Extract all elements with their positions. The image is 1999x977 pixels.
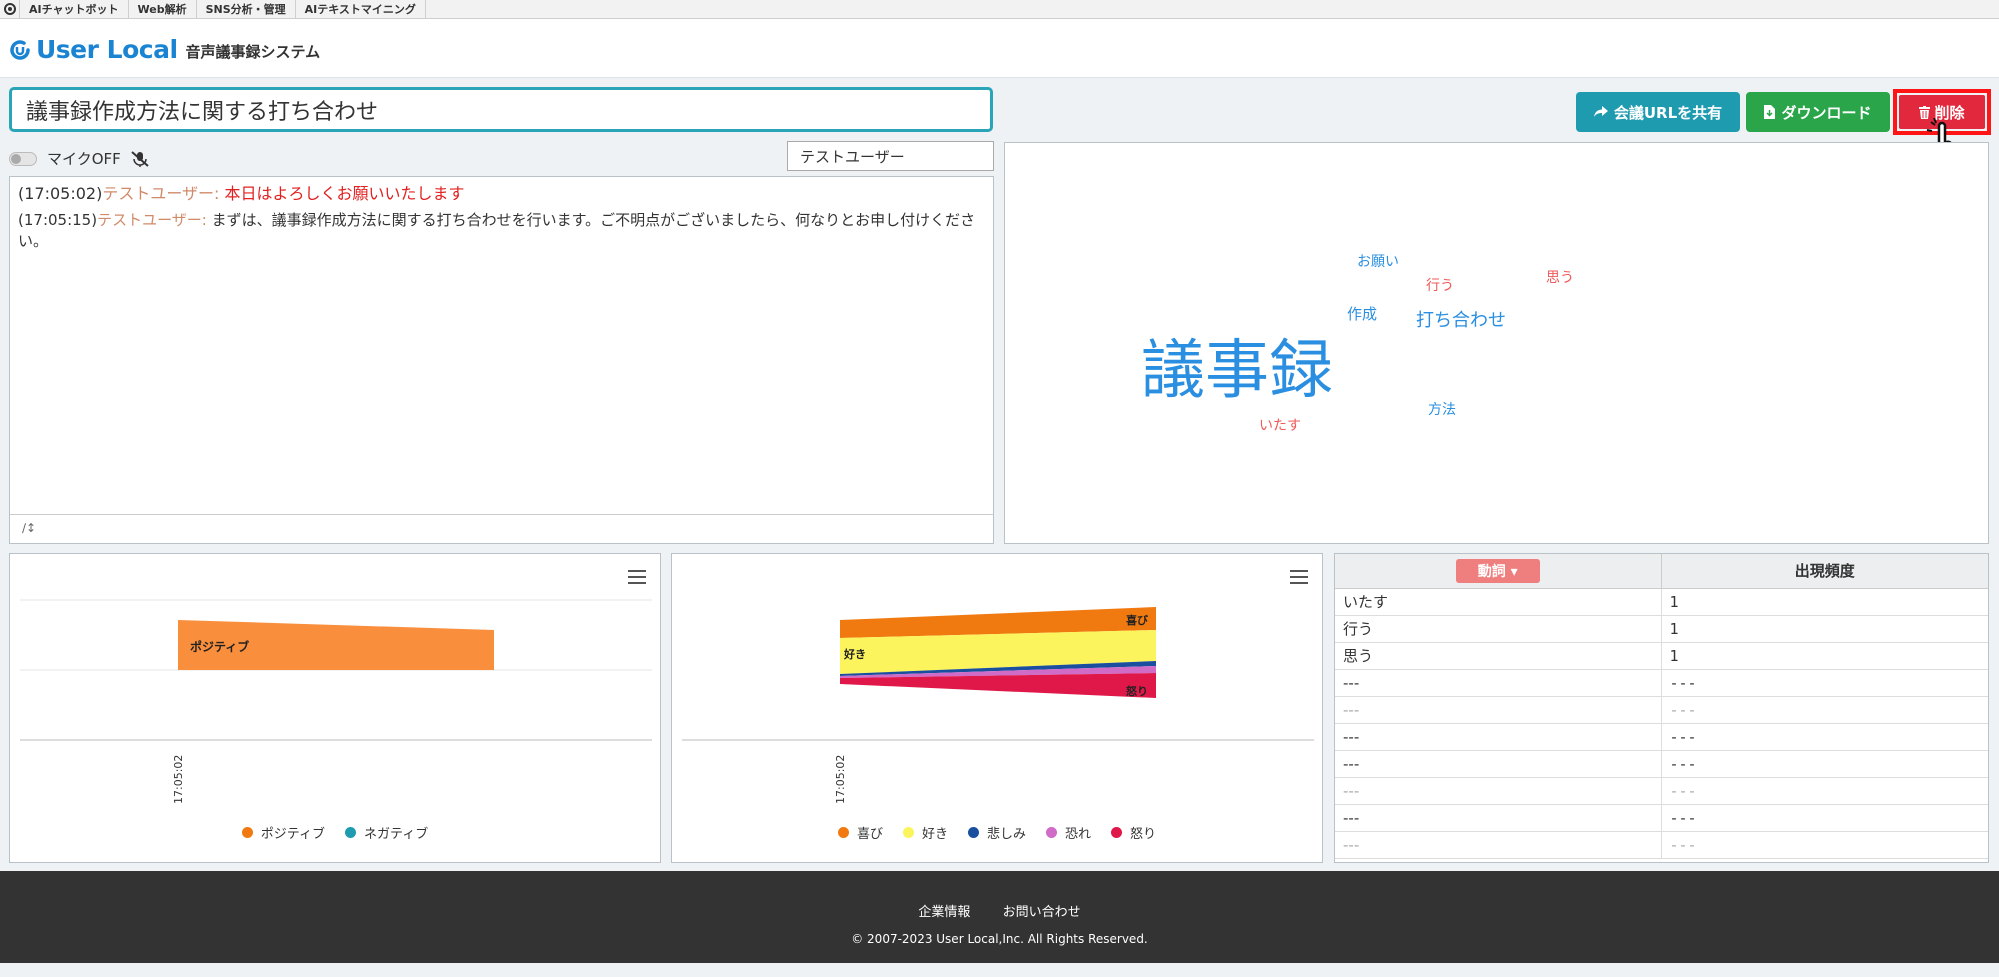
cloud-word: 作成 xyxy=(1347,305,1378,323)
legend-item-positive[interactable]: ポジティブ xyxy=(241,823,325,842)
word-cell: いたす xyxy=(1335,588,1662,616)
word-cell: --- xyxy=(1335,831,1662,859)
userlocal-logo-icon[interactable] xyxy=(0,0,20,19)
cloud-word: 議事録 xyxy=(1141,334,1333,408)
legend-item-like[interactable]: 好き xyxy=(902,823,948,842)
count-cell: 1 xyxy=(1661,615,1988,643)
table-row: 思う 1 xyxy=(1335,642,1988,670)
brand[interactable]: User Local 音声議事録システム xyxy=(8,35,320,64)
mic-control: マイクOFF xyxy=(9,148,149,169)
sentiment-chart: ポジティブ 17:05:02 xyxy=(20,599,652,804)
cloud-word: 思う xyxy=(1546,270,1574,286)
word-cell: 思う xyxy=(1335,642,1662,670)
table-row: --- --- xyxy=(1335,831,1988,859)
top-service-bar: AIチャットボット Web解析 SNS分析・管理 AIテキストマイニング xyxy=(0,0,1999,19)
part-of-speech-header: 動詞 ▾ xyxy=(1335,554,1662,589)
count-cell: --- xyxy=(1661,669,1988,697)
word-cell: --- xyxy=(1335,804,1662,832)
series-label-like: 好き xyxy=(843,647,866,661)
brand-subtitle: 音声議事録システム xyxy=(185,43,321,61)
footer-link-company[interactable]: 企業情報 xyxy=(918,905,970,920)
table-row: --- --- xyxy=(1335,750,1988,778)
mic-toggle[interactable] xyxy=(9,151,37,166)
x-tick-label: 17:05:02 xyxy=(172,755,185,804)
count-cell: --- xyxy=(1661,831,1988,859)
word-cell: --- xyxy=(1335,777,1662,805)
sentiment-chart-panel: ポジティブ 17:05:02 ポジティブ ネガティブ xyxy=(9,553,661,863)
transcript-line: (17:05:02)テストユーザー: 本日はよろしくお願いいたします xyxy=(18,184,465,203)
transcript-resize-handle[interactable]: ∕↕ xyxy=(10,514,993,543)
speaker-name-input[interactable]: テストユーザー xyxy=(787,141,994,171)
count-cell: 1 xyxy=(1661,588,1988,616)
legend-item-joy[interactable]: 喜び xyxy=(837,823,883,842)
copyright: © 2007-2023 User Local,Inc. All Rights R… xyxy=(851,932,1148,946)
cloud-word: お願い xyxy=(1357,254,1399,270)
count-cell: 1 xyxy=(1661,642,1988,670)
emotion-chart: 喜び 好き 怒り 17:05:02 xyxy=(682,607,1314,804)
table-row: --- --- xyxy=(1335,696,1988,724)
cloud-word: 方法 xyxy=(1428,402,1456,418)
word-cell: 行う xyxy=(1335,615,1662,643)
share-icon xyxy=(1593,106,1608,118)
userlocal-brand-icon xyxy=(10,39,30,60)
trash-icon xyxy=(1919,105,1931,119)
x-tick-label: 17:05:02 xyxy=(834,755,847,804)
word-frequency-table: 動詞 ▾ 出現頻度 いたす 1 行う 1 思う 1 --- --- --- --- --- --- --… xyxy=(1335,554,1988,859)
cloud-word: 行う xyxy=(1426,278,1454,294)
word-cell: --- xyxy=(1335,669,1662,697)
emotion-chart-panel: 喜び 好き 怒り 17:05:02 喜び 好き 悲しみ 恐れ 怒り xyxy=(671,553,1323,863)
topbar-link-sns[interactable]: SNS分析・管理 xyxy=(197,0,296,19)
emotion-legend: 喜び 好き 悲しみ 恐れ 怒り xyxy=(672,823,1322,842)
table-row: --- --- xyxy=(1335,669,1988,697)
download-label: ダウンロード xyxy=(1781,103,1872,122)
topbar-link-textmining[interactable]: AIテキストマイニング xyxy=(296,0,426,19)
word-cell: --- xyxy=(1335,723,1662,751)
share-url-button[interactable]: 会議URLを共有 xyxy=(1576,92,1740,132)
frequency-header: 出現頻度 xyxy=(1661,554,1988,589)
legend-item-anger[interactable]: 怒り xyxy=(1111,823,1156,842)
transcript-panel[interactable]: (17:05:02)テストユーザー: 本日はよろしくお願いいたします (17:0… xyxy=(9,176,994,544)
word-cell: --- xyxy=(1335,696,1662,724)
series-label-joy: 喜び xyxy=(1126,613,1149,627)
part-of-speech-dropdown[interactable]: 動詞 ▾ xyxy=(1455,558,1540,583)
word-cloud-panel: お願い 行う 思う 作成 打ち合わせ 議事録 方法 いたす xyxy=(1004,142,1989,544)
table-row: --- --- xyxy=(1335,777,1988,805)
series-label-positive: ポジティブ xyxy=(190,639,249,654)
count-cell: --- xyxy=(1661,750,1988,778)
cloud-word: いたす xyxy=(1259,418,1301,434)
word-frequency-panel: 動詞 ▾ 出現頻度 いたす 1 行う 1 思う 1 --- --- --- --- --- --- --… xyxy=(1334,553,1989,863)
table-row: 行う 1 xyxy=(1335,615,1988,643)
series-label-anger: 怒り xyxy=(1126,684,1148,698)
table-row: --- --- xyxy=(1335,723,1988,751)
transcript-line: (17:05:15)テストユーザー: まずは、議事録作成方法に関する打ち合わせを… xyxy=(18,211,976,250)
share-url-label: 会議URLを共有 xyxy=(1613,103,1723,122)
meeting-title-input[interactable] xyxy=(9,87,993,132)
topbar-link-chatbot[interactable]: AIチャットボット xyxy=(20,0,129,19)
mic-status-label: マイクOFF xyxy=(47,150,121,168)
site-footer: 企業情報 お問い合わせ © 2007-2023 User Local,Inc. … xyxy=(0,871,1999,963)
count-cell: --- xyxy=(1661,804,1988,832)
footer-link-contact[interactable]: お問い合わせ xyxy=(1003,905,1081,920)
legend-item-negative[interactable]: ネガティブ xyxy=(345,823,428,842)
mic-off-icon xyxy=(131,150,149,167)
legend-item-sadness[interactable]: 悲しみ xyxy=(967,823,1026,842)
site-header: User Local 音声議事録システム xyxy=(0,19,1999,78)
sentiment-legend: ポジティブ ネガティブ xyxy=(10,823,660,842)
count-cell: --- xyxy=(1661,777,1988,805)
count-cell: --- xyxy=(1661,723,1988,751)
topbar-link-web-analytics[interactable]: Web解析 xyxy=(129,0,197,19)
brand-name: User Local xyxy=(36,35,178,64)
cloud-word: 打ち合わせ xyxy=(1416,310,1506,331)
download-button[interactable]: ダウンロード xyxy=(1746,92,1890,132)
table-row: --- --- xyxy=(1335,804,1988,832)
legend-item-fear[interactable]: 恐れ xyxy=(1046,823,1091,842)
word-cell: --- xyxy=(1335,750,1662,778)
table-row: いたす 1 xyxy=(1335,588,1988,616)
count-cell: --- xyxy=(1661,696,1988,724)
download-file-icon xyxy=(1764,105,1776,119)
